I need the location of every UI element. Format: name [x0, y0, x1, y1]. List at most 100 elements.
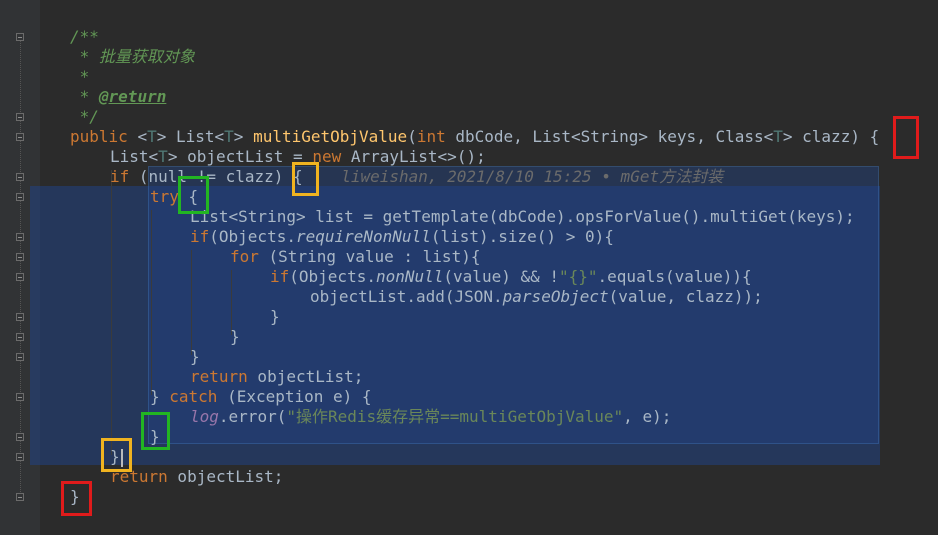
doc-return-tag: @return — [98, 87, 167, 106]
code-line-5[interactable]: */ — [70, 107, 99, 127]
constructor: ArrayList<>(); — [341, 147, 486, 166]
annotation-green-try-open — [178, 176, 209, 214]
code-line-11[interactable]: if(Objects.requireNonNull(list).size() >… — [190, 227, 614, 247]
keyword-return: return — [190, 367, 248, 386]
expr: (value, clazz)); — [608, 287, 763, 306]
expr: .error( — [218, 407, 287, 426]
close-brace: } — [230, 327, 240, 346]
keyword-if: if — [270, 267, 290, 286]
fold-marker-catch[interactable] — [16, 393, 24, 401]
expr: (Objects. — [289, 267, 376, 286]
fold-marker-if-end[interactable] — [16, 453, 24, 461]
fold-marker-inner-if-2-end[interactable] — [16, 313, 24, 321]
keyword-public: public — [70, 127, 138, 146]
expr: (Objects. — [209, 227, 296, 246]
method-open-brace: { — [869, 127, 880, 146]
keyword-catch: catch — [169, 387, 218, 406]
params-end: > clazz) — [782, 127, 870, 146]
decl: > objectList = — [167, 147, 313, 166]
git-blame-hint: liweishan, 2021/8/10 15:25 • mGet方法封装 — [341, 167, 724, 186]
code-line-20[interactable]: log.error("操作Redis缓存异常==multiGetObjValue… — [190, 407, 671, 427]
indent-guide — [191, 250, 192, 355]
code-line-1[interactable]: /** — [70, 27, 99, 47]
code-line-18[interactable]: return objectList; — [190, 367, 363, 387]
params: dbCode, List<String> keys, Class< — [445, 127, 774, 146]
doc-comment-text: 批量获取对象 — [98, 47, 195, 66]
fold-marker-for[interactable] — [16, 253, 24, 261]
fold-marker-inner-if-end[interactable] — [16, 353, 24, 361]
generic-close: > — [233, 127, 254, 146]
generic-close: > — [156, 127, 176, 146]
code-line-19[interactable]: } catch (Exception e) { — [150, 387, 372, 407]
code-line-6[interactable]: public <T> List<T> multiGetObjValue(int … — [70, 127, 879, 147]
code-line-15[interactable]: } — [270, 307, 280, 327]
expr: , e); — [623, 407, 672, 426]
fold-marker-doc-end[interactable] — [16, 113, 24, 121]
fold-marker-inner-if-2[interactable] — [16, 273, 24, 281]
code-line-12[interactable]: for (String value : list){ — [230, 247, 480, 267]
string-literal: "{}" — [559, 267, 598, 286]
return-value: objectList; — [167, 467, 284, 486]
fold-marker-catch-end[interactable] — [16, 433, 24, 441]
statement: List<String> list = getTemplate(dbCode).… — [190, 207, 855, 226]
keyword-try: try — [150, 187, 179, 206]
code-line-14[interactable]: objectList.add(JSON.parseObject(value, c… — [310, 287, 763, 307]
keyword-if: if — [190, 227, 210, 246]
catch-header: (Exception e) { — [217, 387, 372, 406]
close-brace: } — [150, 387, 170, 406]
keyword-int: int — [416, 127, 446, 146]
annotation-green-catch-close — [141, 412, 170, 450]
fold-marker-doc-comment[interactable] — [16, 33, 24, 41]
paren-open: ( — [407, 127, 417, 146]
method-name: multiGetObjValue — [253, 127, 408, 146]
indent-guide — [151, 210, 152, 395]
code-line-17[interactable]: } — [190, 347, 200, 367]
doc-comment-star: * — [70, 87, 99, 106]
indent-guide — [111, 170, 112, 455]
code-line-13[interactable]: if(Objects.nonNull(value) && !"{}".equal… — [270, 267, 752, 287]
string-literal: "操作Redis缓存异常==multiGetObjValue" — [286, 407, 624, 426]
generic-open: < — [137, 127, 148, 146]
keyword-for: for — [230, 247, 259, 266]
doc-comment-open: /** — [70, 27, 99, 46]
keyword-if: if — [110, 167, 130, 186]
type-param: T — [773, 127, 783, 146]
fold-guide — [20, 36, 21, 496]
fold-marker-method-end[interactable] — [16, 493, 24, 501]
fold-marker-try[interactable] — [16, 193, 24, 201]
doc-comment-close: */ — [70, 107, 99, 126]
list-type: List< — [110, 147, 159, 166]
expr: .equals(value)){ — [597, 267, 752, 286]
indent-guide — [231, 270, 232, 335]
doc-comment-star: * — [70, 47, 99, 66]
code-line-23[interactable]: return objectList; — [110, 467, 283, 487]
for-header: (String value : list){ — [258, 247, 481, 266]
if-condition: (null != clazz) — [129, 167, 294, 186]
expr: objectList.add(JSON. — [310, 287, 503, 306]
code-line-10[interactable]: List<String> list = getTemplate(dbCode).… — [190, 207, 855, 227]
code-line-16[interactable]: } — [230, 327, 240, 347]
type-param: T — [158, 147, 168, 166]
type-param: T — [224, 127, 234, 146]
fold-marker-method[interactable] — [16, 133, 24, 141]
fold-marker-for-end[interactable] — [16, 333, 24, 341]
close-brace: } — [190, 347, 200, 366]
static-method: requireNonNull — [295, 227, 431, 246]
expr: (list).size() > 0){ — [430, 227, 614, 246]
annotation-red-method-open — [893, 116, 919, 159]
expr: (value) && ! — [443, 267, 559, 286]
code-line-3[interactable]: * — [70, 67, 90, 87]
doc-comment-star: * — [70, 67, 90, 86]
return-value: objectList; — [247, 367, 364, 386]
annotation-red-method-close — [61, 481, 92, 516]
annotation-orange-if-close — [101, 438, 132, 472]
fold-marker-inner-if[interactable] — [16, 233, 24, 241]
close-brace: } — [270, 307, 280, 326]
code-line-4[interactable]: * @return — [70, 87, 167, 107]
annotation-orange-if-open — [292, 162, 319, 196]
fold-marker-if[interactable] — [16, 173, 24, 181]
static-method: nonNull — [375, 267, 444, 286]
log-field: log — [190, 407, 219, 426]
code-line-2[interactable]: * 批量获取对象 — [70, 47, 195, 67]
static-method: parseObject — [502, 287, 609, 306]
